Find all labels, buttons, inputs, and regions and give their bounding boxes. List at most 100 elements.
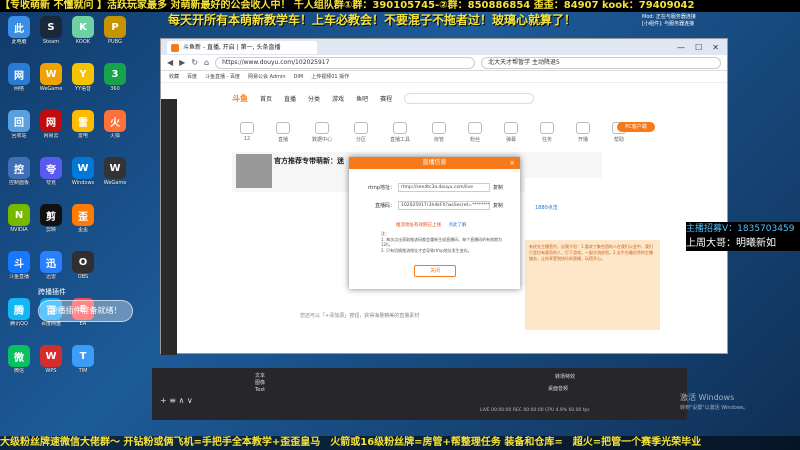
desktop-icon[interactable]: S Steam: [34, 16, 68, 45]
mixer-label: 桌面音频: [548, 386, 569, 392]
url-input[interactable]: https://www.douyu.com/102025917: [215, 56, 476, 69]
desktop-icon-label: 微信: [13, 368, 24, 374]
app-icon: S: [40, 16, 62, 38]
plugin-bubble[interactable]: 跨播插件准备就绪！: [38, 300, 133, 322]
site-nav-link[interactable]: 首页: [260, 94, 272, 103]
source-item[interactable]: 图像: [255, 380, 265, 387]
desktop-icon[interactable]: 斗斗鱼直播: [2, 251, 36, 280]
desktop-icon[interactable]: 夸夸克: [34, 157, 68, 186]
site-logo[interactable]: 斗鱼: [232, 93, 248, 104]
desktop-icon[interactable]: W Windows: [66, 157, 100, 186]
desktop-icon[interactable]: W WeGame: [98, 157, 132, 186]
desktop-icon[interactable]: 此此电脑: [2, 16, 36, 45]
source-item[interactable]: 文本: [255, 373, 265, 380]
desktop-icon-label: 夸克: [45, 180, 56, 186]
bookmarks-bar: 收藏 百度 斗鱼直播 - 百度 网易公会 Admin DIM 上传视频01 操作: [161, 71, 727, 83]
creator-tool-item[interactable]: 粉丝: [468, 122, 483, 152]
desktop-icon-label: OBS: [77, 274, 89, 280]
desktop-icon[interactable]: K KOOK: [66, 16, 100, 45]
source-item[interactable]: Text: [255, 387, 265, 394]
close-button[interactable]: 关闭: [414, 265, 456, 277]
site-nav-link[interactable]: 赛程: [380, 94, 392, 103]
search-input[interactable]: 北大天才帮暂学 主动降退5: [481, 56, 721, 69]
site-search[interactable]: [404, 92, 535, 104]
creator-tool-item[interactable]: 数据中心: [312, 122, 332, 152]
desktop-icon-label: TIM: [78, 368, 88, 374]
desktop-icon[interactable]: 回回收站: [2, 110, 36, 139]
desktop-icon[interactable]: 火火狐: [98, 110, 132, 139]
desktop-icon[interactable]: 3 360: [98, 63, 132, 92]
desktop-icon-label: 斗鱼直播: [8, 274, 29, 280]
desktop-icon[interactable]: 迅迅雷: [34, 251, 68, 280]
creator-tool-item[interactable]: 直播工具: [390, 122, 410, 152]
creator-tool-item[interactable]: 开播: [576, 122, 591, 152]
site-header: 斗鱼 首页 直播 分类 游戏 鱼吧 赛程: [232, 90, 652, 106]
creator-tool-label: 粉丝: [470, 137, 481, 143]
creator-tool-item[interactable]: 12: [240, 122, 254, 152]
obs-toolbar[interactable]: + ≡ ∧ ∨: [160, 396, 193, 405]
desktop-icon-label: 火狐: [109, 133, 120, 139]
bookmark-item[interactable]: DIM: [294, 74, 304, 80]
desktop-icon[interactable]: 控控制面板: [2, 157, 36, 186]
app-icon: P: [104, 16, 126, 38]
site-nav-link[interactable]: 直播: [284, 94, 296, 103]
browser-tab[interactable]: 斗鱼新 - 直播, 开启 | 第一, 头条直播: [167, 40, 317, 54]
desktop-icon-label: YY语音: [74, 86, 92, 92]
close-icon[interactable]: ×: [509, 157, 515, 169]
creator-tool-item[interactable]: 分区: [354, 122, 369, 152]
forward-icon[interactable]: ▶: [179, 58, 185, 67]
desktop-icon-label: PUBG: [108, 39, 122, 45]
desktop-icon[interactable]: Y YY语音: [66, 63, 100, 92]
copy-code-button[interactable]: 复制: [493, 202, 503, 209]
creator-tool-item[interactable]: 任务: [540, 122, 555, 152]
learn-more-link[interactable]: 点此了解: [448, 223, 466, 228]
site-sidebar: [161, 99, 177, 355]
tool-icon: [432, 122, 447, 134]
close-icon[interactable]: ✕: [712, 43, 719, 52]
tool-icon: [276, 122, 290, 134]
code-field[interactable]: 102025917r3h4kFX?wsSecret=**************…: [398, 201, 490, 210]
desktop-icon-label: Windows: [71, 180, 95, 186]
site-nav-link[interactable]: 鱼吧: [356, 94, 368, 103]
desktop-icon[interactable]: 腾腾讯QQ: [2, 298, 36, 327]
refresh-icon[interactable]: ↻: [191, 58, 198, 67]
bookmark-item[interactable]: 网易公会 Admin: [248, 73, 286, 80]
desktop-icon[interactable]: P PUBG: [98, 16, 132, 45]
desktop-icon[interactable]: 网网络: [2, 63, 36, 92]
desktop-icon[interactable]: 歪歪歪: [66, 204, 100, 233]
desktop-icon[interactable]: T TIM: [66, 345, 100, 374]
home-icon[interactable]: ⌂: [204, 58, 209, 67]
desktop-icon[interactable]: O OBS: [66, 251, 100, 280]
desktop-icon[interactable]: W WeGame: [34, 63, 68, 92]
bookmark-item[interactable]: 斗鱼直播 - 百度: [205, 73, 240, 80]
desktop-icon[interactable]: 网网易云: [34, 110, 68, 139]
desktop-icon-label: 此电脑: [11, 39, 27, 45]
creator-tool-item[interactable]: 房管: [432, 122, 447, 152]
creator-tool-label: 数据中心: [312, 137, 333, 143]
pc-client-button[interactable]: PC客户端: [617, 122, 655, 132]
dialog-notes: 注： 1. 每次点击获取推流码都会重新生成直播码，每个直播码的有效期为12h。 …: [381, 231, 511, 253]
app-icon: W: [72, 157, 94, 179]
bookmark-item[interactable]: 百度: [187, 73, 197, 80]
desktop-icon[interactable]: 剪剪映: [34, 204, 68, 233]
recruit-panel: 有优先主播签约，自我介绍：1.喜欢丁聚合团的人在我们公会中，我们只会拉有意愿的人…: [525, 240, 660, 330]
desktop-icon[interactable]: 微微信: [2, 345, 36, 374]
rtmp-field[interactable]: rtmp://sendtc3a.douyu.com/live: [398, 183, 490, 192]
maximize-icon[interactable]: ☐: [695, 43, 702, 52]
creator-tool-item[interactable]: 直播: [276, 122, 290, 152]
code-label: 直播码：: [374, 203, 395, 209]
desktop-icon[interactable]: W WPS: [34, 345, 68, 374]
creator-tool-item[interactable]: 弹幕: [504, 122, 519, 152]
bookmark-item[interactable]: 收藏: [169, 73, 179, 80]
copy-rtmp-button[interactable]: 复制: [493, 184, 503, 191]
site-nav-link[interactable]: 游戏: [332, 94, 344, 103]
desktop-icon[interactable]: 雷雷电: [66, 110, 100, 139]
bookmark-item[interactable]: 上传视频01 操作: [311, 73, 349, 80]
app-icon: 网: [40, 110, 62, 132]
app-icon: 雷: [72, 110, 94, 132]
desktop-icon[interactable]: N NVIDIA: [2, 204, 36, 233]
minimize-icon[interactable]: —: [677, 43, 685, 52]
back-icon[interactable]: ◀: [167, 58, 173, 67]
site-nav-link[interactable]: 分类: [308, 94, 320, 103]
desktop-icon-label: 歪歪: [77, 227, 88, 233]
